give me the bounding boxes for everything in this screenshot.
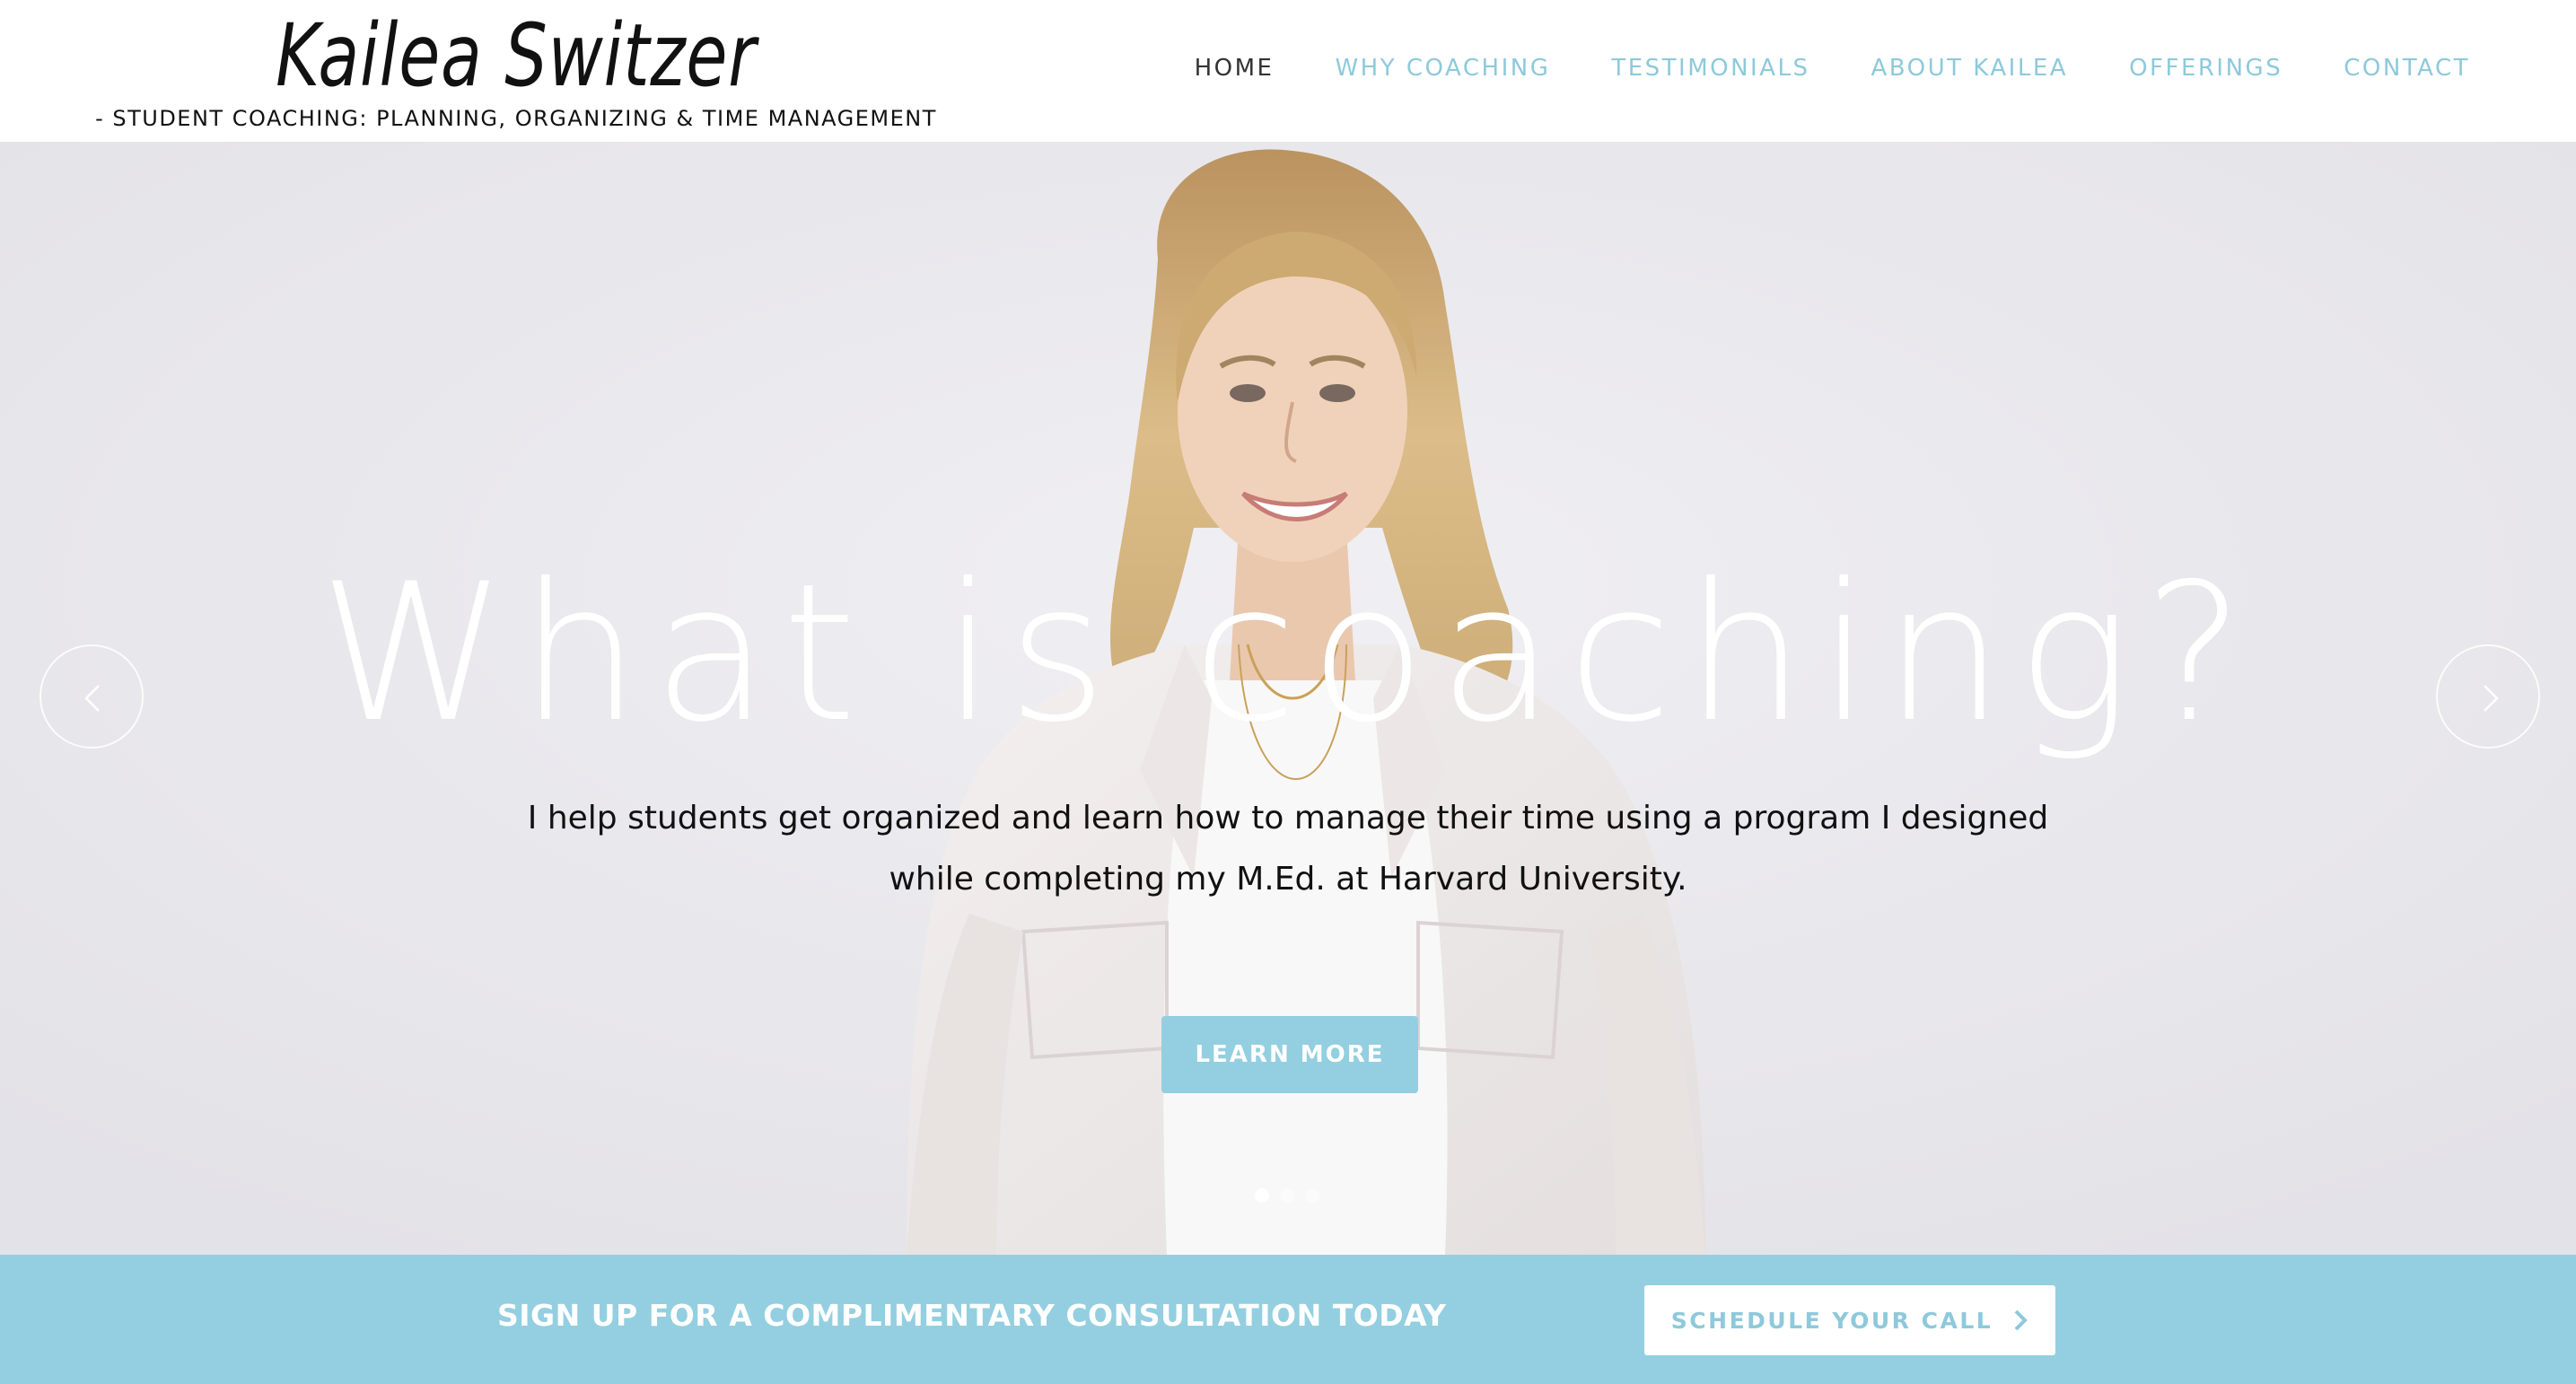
chevron-left-icon [84, 685, 100, 712]
main-nav: HOME WHY COACHING TESTIMONIALS ABOUT KAI… [1134, 50, 2470, 86]
nav-item-why-coaching[interactable]: WHY COACHING [1335, 50, 1550, 86]
nav-item-home[interactable]: HOME [1195, 50, 1275, 86]
nav-item-testimonials[interactable]: TESTIMONIALS [1611, 50, 1809, 86]
consultation-cta-bar: SIGN UP FOR A COMPLIMENTARY CONSULTATION… [0, 1255, 2576, 1384]
cta-text: SIGN UP FOR A COMPLIMENTARY CONSULTATION… [497, 1298, 1447, 1333]
nav-item-about-kailea[interactable]: ABOUT KAILEA [1871, 50, 2069, 86]
nav-item-contact[interactable]: CONTACT [2344, 50, 2470, 86]
chevron-right-icon [2484, 685, 2499, 712]
slider-dot-2[interactable] [1280, 1188, 1294, 1203]
nav-item-offerings[interactable]: OFFERINGS [2129, 50, 2282, 86]
schedule-call-button[interactable]: SCHEDULE YOUR CALL [1644, 1285, 2055, 1355]
slider-dots [1255, 1188, 1319, 1203]
site-header: Kailea Switzer - STUDENT COACHING: PLANN… [0, 0, 2576, 156]
site-logo[interactable]: Kailea Switzer - STUDENT COACHING: PLANN… [90, 5, 942, 156]
learn-more-button[interactable]: LEARN MORE [1161, 1016, 1418, 1093]
slider-next-button[interactable] [2436, 644, 2540, 749]
schedule-call-label: SCHEDULE YOUR CALL [1670, 1307, 1993, 1334]
hero-title: What is coaching? [319, 542, 2257, 764]
chevron-right-icon [2014, 1310, 2028, 1331]
hero-subtitle: I help students get organized and learn … [527, 800, 2049, 898]
logo-name: Kailea Switzer [276, 5, 757, 106]
hero-slider: What is coaching? I help students get or… [0, 142, 2576, 1255]
slider-dot-3[interactable] [1305, 1188, 1319, 1203]
slider-prev-button[interactable] [39, 644, 144, 749]
slider-dot-1[interactable] [1255, 1188, 1269, 1203]
